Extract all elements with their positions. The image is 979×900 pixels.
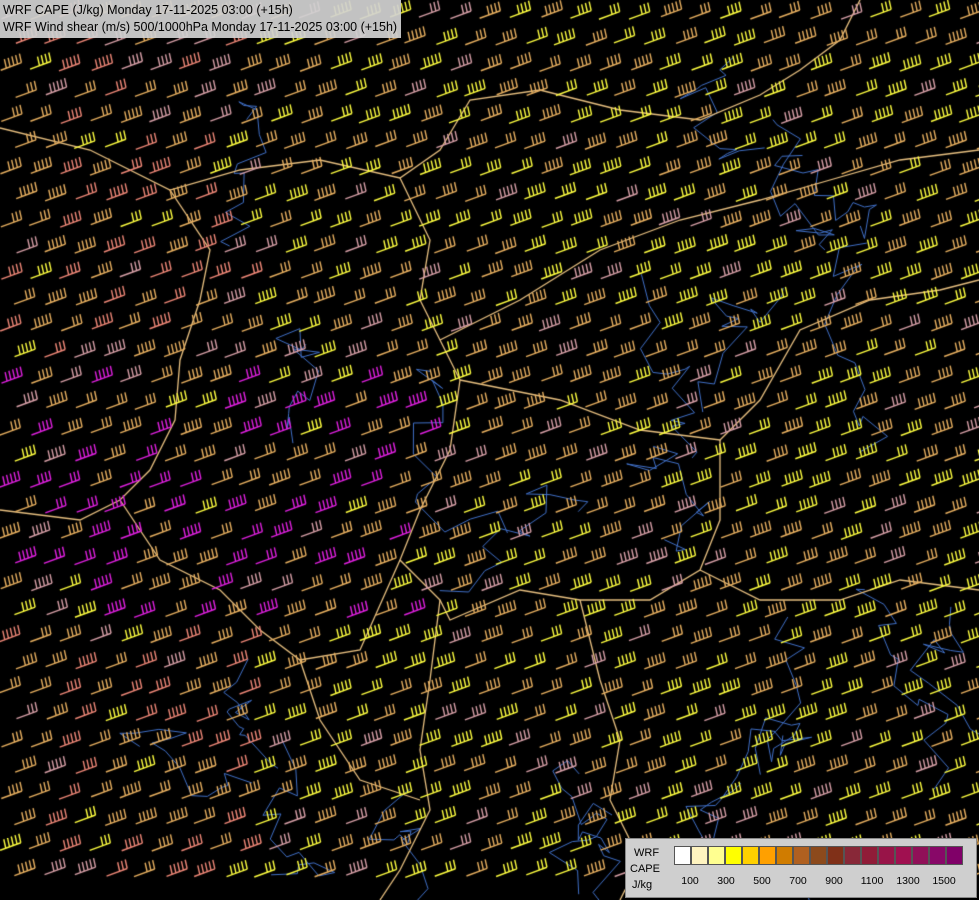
legend-swatch <box>827 846 844 865</box>
wind-shear-title: WRF Wind shear (m/s) 500/1000hPa Monday … <box>3 20 398 34</box>
legend-ticks: 100 300 500 700 900 1100 1300 1500 <box>674 875 974 889</box>
legend-tick: 700 <box>789 875 807 887</box>
wind-shear-barb-map <box>0 0 979 900</box>
legend-swatch <box>708 846 725 865</box>
legend-swatch <box>810 846 827 865</box>
legend-tick: 300 <box>717 875 735 887</box>
legend-swatch <box>946 846 963 865</box>
legend-swatch <box>691 846 708 865</box>
legend-swatch <box>912 846 929 865</box>
legend-tick: 1100 <box>860 875 884 887</box>
legend-tick: 500 <box>753 875 771 887</box>
legend-swatch <box>844 846 861 865</box>
legend-swatch <box>742 846 759 865</box>
legend-tick: 900 <box>825 875 843 887</box>
legend-tick: 1500 <box>932 875 956 887</box>
legend-label-unit: J/kg <box>632 879 653 891</box>
legend-label-wrf: WRF <box>634 847 660 859</box>
legend-tick: 100 <box>681 875 699 887</box>
legend-label-cape: CAPE <box>630 863 660 875</box>
cape-title: WRF CAPE (J/kg) Monday 17-11-2025 03:00 … <box>3 3 293 17</box>
map-title: WRF CAPE (J/kg) Monday 17-11-2025 03:00 … <box>0 0 402 38</box>
cape-legend: WRF CAPE J/kg 100 300 500 700 900 1100 1… <box>625 838 977 898</box>
legend-swatch <box>929 846 946 865</box>
legend-tick: 1300 <box>896 875 920 887</box>
legend-swatch <box>725 846 742 865</box>
legend-swatch <box>878 846 895 865</box>
legend-swatch <box>776 846 793 865</box>
legend-swatch <box>674 846 691 865</box>
legend-swatch <box>759 846 776 865</box>
legend-swatch <box>895 846 912 865</box>
legend-swatch <box>793 846 810 865</box>
legend-color-scale <box>674 846 963 865</box>
legend-swatch <box>861 846 878 865</box>
